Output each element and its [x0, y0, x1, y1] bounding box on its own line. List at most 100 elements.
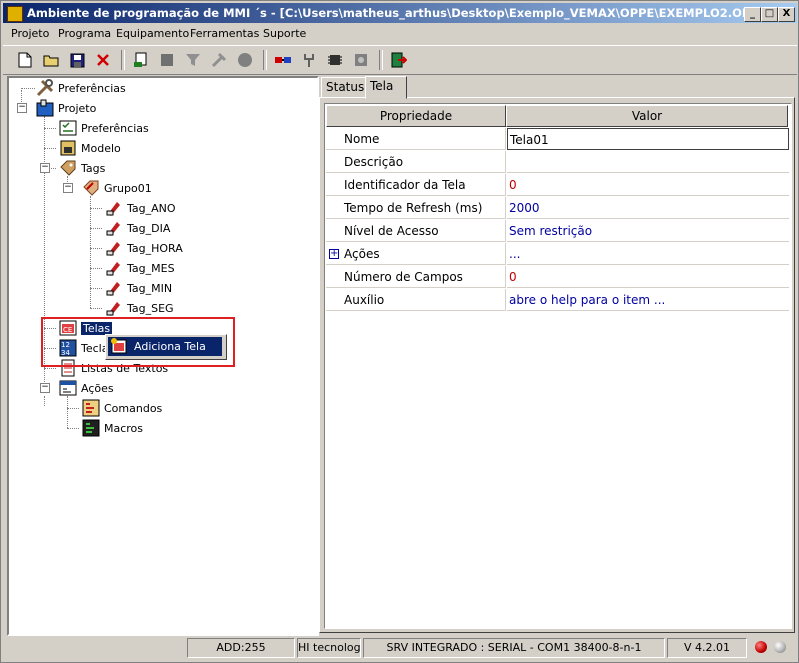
collapse-acoes-icon[interactable]: − — [40, 383, 50, 393]
property-value[interactable]: 0 — [507, 174, 789, 196]
tree-item-tag[interactable]: Tag_HORA — [105, 239, 183, 257]
property-value[interactable]: abre o help para o item ... — [507, 289, 789, 311]
title-bar[interactable]: Ambiente de programação de MMI ´s - [C:\… — [3, 3, 797, 23]
tag-icon — [105, 259, 123, 277]
menu-programa[interactable]: Programa — [58, 27, 111, 40]
connect-icon[interactable] — [273, 50, 293, 70]
tree-item-tag[interactable]: Tag_SEG — [105, 299, 174, 317]
property-name: Descrição — [326, 151, 506, 173]
property-value[interactable]: 2000 — [507, 197, 789, 219]
property-value[interactable]: Sem restrição — [507, 220, 789, 242]
collapse-projeto-icon[interactable]: − — [17, 103, 27, 113]
property-value[interactable]: ... — [507, 243, 789, 265]
tree-item-tags[interactable]: Tags — [59, 159, 105, 177]
device-icon[interactable] — [157, 50, 177, 70]
exit-icon[interactable] — [389, 50, 409, 70]
tree-item-acoes[interactable]: Ações — [59, 379, 114, 397]
property-name: Nome — [326, 128, 506, 150]
filter-icon[interactable] — [183, 50, 203, 70]
tree-line — [49, 168, 56, 169]
property-row[interactable]: Descrição — [326, 151, 789, 174]
status-address: ADD:255 — [187, 638, 295, 658]
group-icon — [82, 179, 100, 197]
tree-line — [90, 208, 102, 209]
network-icon[interactable] — [351, 50, 371, 70]
stop-icon[interactable] — [235, 50, 255, 70]
menu-item-label: Adiciona Tela — [134, 340, 206, 353]
tree-item-projeto[interactable]: Projeto — [36, 99, 96, 117]
status-connection: SRV INTEGRADO : SERIAL - COM1 38400-8-n-… — [363, 638, 665, 658]
tree-label: Tag_HORA — [127, 241, 183, 255]
property-row[interactable]: + Ações ... — [326, 243, 789, 266]
toolbar-separator — [379, 50, 383, 70]
tree-item-tag[interactable]: Tag_MES — [105, 259, 175, 277]
open-folder-icon[interactable] — [41, 50, 61, 70]
property-name: Auxílio — [326, 289, 506, 311]
tree-label: Tag_ANO — [127, 201, 176, 215]
column-header-propriedade[interactable]: Propriedade — [326, 105, 506, 127]
property-row[interactable]: Tempo de Refresh (ms) 2000 — [326, 197, 789, 220]
tree-label: Ações — [81, 381, 114, 395]
tools-icon — [36, 79, 54, 97]
property-name: Identificador da Tela — [326, 174, 506, 196]
plug-icon[interactable] — [299, 50, 319, 70]
close-button[interactable]: X — [778, 7, 795, 22]
status-vendor: HI tecnologia — [297, 638, 361, 658]
tab-tela[interactable]: Tela — [365, 76, 407, 99]
chip-icon[interactable] — [325, 50, 345, 70]
menu-ferramentas[interactable]: Ferramentas — [190, 27, 259, 40]
model-icon — [59, 139, 77, 157]
menu-equipamento[interactable]: Equipamento — [116, 27, 189, 40]
tree-item-tag[interactable]: Tag_DIA — [105, 219, 170, 237]
tree-item-comandos[interactable]: Comandos — [82, 399, 162, 417]
tree-label: Macros — [104, 421, 144, 435]
save-icon[interactable] — [67, 50, 87, 70]
tree-item-tag[interactable]: Tag_ANO — [105, 199, 176, 217]
new-file-icon[interactable] — [15, 50, 35, 70]
menu-projeto[interactable]: Projeto — [11, 27, 49, 40]
tree-label: Preferências — [58, 81, 126, 95]
tools-icon[interactable] — [209, 50, 229, 70]
tree-item-preferencias-root[interactable]: Preferências — [36, 79, 126, 97]
main-window: Ambiente de programação de MMI ´s - [C:\… — [0, 0, 799, 663]
tree-item-modelo[interactable]: Modelo — [59, 139, 121, 157]
app-icon[interactable] — [7, 6, 23, 22]
tree-label: Tag_MIN — [127, 281, 173, 295]
delete-icon[interactable] — [93, 50, 113, 70]
tree-item-macros[interactable]: Macros — [82, 419, 143, 437]
preferences-icon — [59, 119, 77, 137]
tree-item-tag[interactable]: Tag_MIN — [105, 279, 172, 297]
collapse-tags-icon[interactable]: − — [40, 163, 50, 173]
menu-suporte[interactable]: Suporte — [263, 27, 306, 40]
tree-label: Grupo01 — [104, 181, 152, 195]
collapse-grupo01-icon[interactable]: − — [63, 183, 73, 193]
tree-line — [90, 228, 102, 229]
property-row[interactable]: Número de Campos 0 — [326, 266, 789, 289]
minimize-button[interactable]: _ — [744, 7, 761, 22]
property-name: Ações — [326, 243, 506, 265]
tree-line — [67, 396, 68, 428]
tab-status[interactable]: Status — [321, 77, 367, 98]
maximize-button[interactable]: □ — [761, 7, 778, 22]
tree-item-grupo01[interactable]: Grupo01 — [82, 179, 152, 197]
column-header-valor[interactable]: Valor — [506, 105, 788, 127]
tree-label: Preferências — [81, 121, 149, 135]
tab-panel: Propriedade Valor Nome Tela01 Descrição … — [319, 97, 795, 633]
property-row[interactable]: Nível de Acesso Sem restrição — [326, 220, 789, 243]
property-value[interactable]: 0 — [507, 266, 789, 288]
add-screen-menu-item[interactable]: Adiciona Tela — [108, 337, 222, 356]
tree-line — [90, 308, 102, 309]
property-value[interactable] — [507, 151, 789, 173]
property-row[interactable]: Nome Tela01 — [326, 128, 789, 151]
window-title: Ambiente de programação de MMI ´s - [C:\… — [27, 6, 760, 20]
tree-line — [90, 288, 102, 289]
property-row[interactable]: Auxílio abre o help para o item ... — [326, 289, 789, 312]
property-row[interactable]: Identificador da Tela 0 — [326, 174, 789, 197]
tags-icon — [59, 159, 77, 177]
tree-line — [44, 368, 56, 369]
cut-icon[interactable] — [131, 50, 151, 70]
tree-item-preferencias[interactable]: Preferências — [59, 119, 149, 137]
property-value-input[interactable]: Tela01 — [507, 128, 789, 150]
property-name: Número de Campos — [326, 266, 506, 288]
status-version: V 4.2.01 — [667, 638, 747, 658]
